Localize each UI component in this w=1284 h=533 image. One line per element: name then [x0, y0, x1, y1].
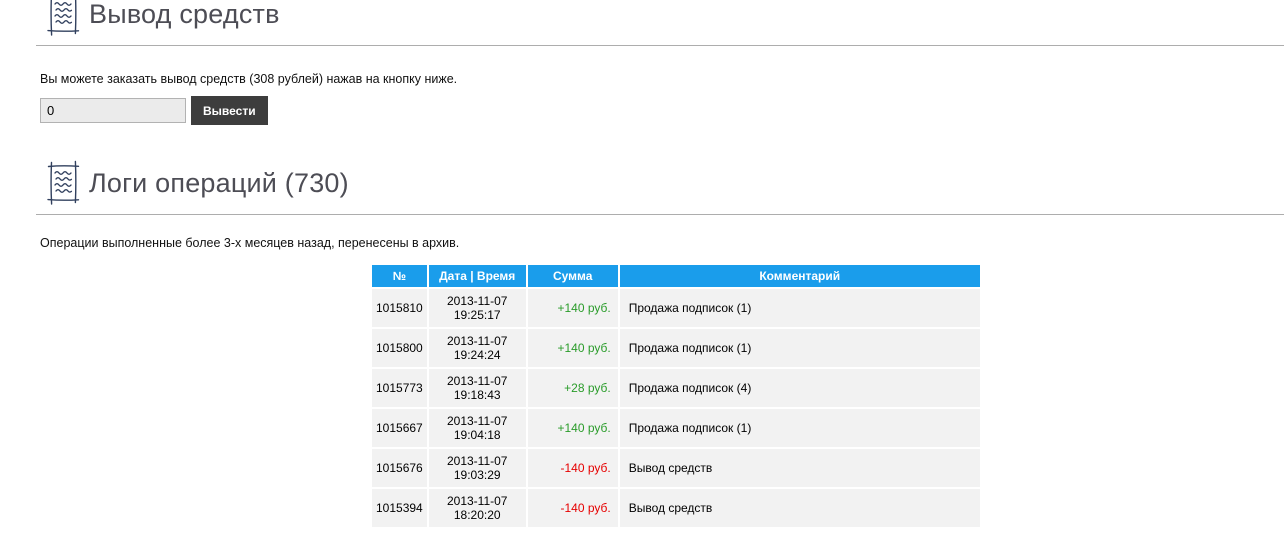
header-id: № [372, 265, 427, 287]
operation-date: 2013-11-07 [446, 414, 508, 428]
operation-time: 19:24:24 [453, 348, 501, 362]
operation-comment: Продажа подписок (1) [619, 289, 980, 327]
table-row: 1015800 2013-11-07 19:24:24 +140 руб. Пр… [372, 329, 980, 367]
withdraw-amount-input[interactable] [40, 98, 186, 123]
withdraw-title: Вывод средств [89, 0, 280, 29]
section-divider [36, 214, 1284, 215]
withdraw-form: Вывести [40, 96, 1284, 125]
operation-amount: +28 руб. [527, 369, 618, 407]
document-sketch-icon [44, 0, 82, 37]
operation-date: 2013-11-07 [446, 454, 508, 468]
operation-amount: -140 руб. [527, 489, 618, 527]
table-row: 1015773 2013-11-07 19:18:43 +28 руб. Про… [372, 369, 980, 407]
table-row: 1015667 2013-11-07 19:04:18 +140 руб. Пр… [372, 409, 980, 447]
operation-date: 2013-11-07 [446, 334, 508, 348]
operation-amount: +140 руб. [527, 289, 618, 327]
table-header-row: № Дата | Время Сумма Комментарий [372, 265, 980, 287]
operation-comment: Продажа подписок (1) [619, 409, 980, 447]
operation-time: 19:25:17 [453, 308, 501, 322]
operation-comment: Продажа подписок (4) [619, 369, 980, 407]
operation-id: 1015676 [372, 449, 427, 487]
operation-datetime: 2013-11-07 19:04:18 [428, 409, 526, 447]
withdraw-button[interactable]: Вывести [191, 96, 268, 125]
operation-time: 19:04:18 [453, 428, 501, 442]
section-divider [36, 45, 1284, 46]
logs-section-header: Логи операций (730) [44, 160, 1284, 206]
logs-description: Операции выполненные более 3-х месяцев н… [40, 236, 460, 250]
operation-id: 1015773 [372, 369, 427, 407]
operation-date: 2013-11-07 [446, 494, 508, 508]
table-row: 1015676 2013-11-07 19:03:29 -140 руб. Вы… [372, 449, 980, 487]
header-datetime: Дата | Время [428, 265, 526, 287]
logs-title: Логи операций (730) [89, 167, 349, 198]
operation-id: 1015800 [372, 329, 427, 367]
operation-datetime: 2013-11-07 19:24:24 [428, 329, 526, 367]
operation-datetime: 2013-11-07 19:25:17 [428, 289, 526, 327]
operation-time: 18:20:20 [453, 508, 501, 522]
header-amount: Сумма [527, 265, 618, 287]
operation-comment: Вывод средств [619, 449, 980, 487]
operation-comment: Продажа подписок (1) [619, 329, 980, 367]
operation-amount: +140 руб. [527, 329, 618, 367]
operation-time: 19:18:43 [453, 388, 501, 402]
document-sketch-icon [44, 160, 82, 206]
operation-datetime: 2013-11-07 19:03:29 [428, 449, 526, 487]
table-row: 1015394 2013-11-07 18:20:20 -140 руб. Вы… [372, 489, 980, 527]
operation-id: 1015810 [372, 289, 427, 327]
operation-date: 2013-11-07 [446, 374, 508, 388]
header-comment: Комментарий [619, 265, 980, 287]
operation-datetime: 2013-11-07 19:18:43 [428, 369, 526, 407]
operation-date: 2013-11-07 [446, 294, 508, 308]
operation-amount: -140 руб. [527, 449, 618, 487]
operations-table: № Дата | Время Сумма Комментарий 1015810… [370, 263, 982, 529]
operation-amount: +140 руб. [527, 409, 618, 447]
operation-datetime: 2013-11-07 18:20:20 [428, 489, 526, 527]
operation-comment: Вывод средств [619, 489, 980, 527]
withdraw-description: Вы можете заказать вывод средств (308 ру… [40, 72, 458, 86]
operation-id: 1015667 [372, 409, 427, 447]
operation-time: 19:03:29 [453, 468, 501, 482]
operation-id: 1015394 [372, 489, 427, 527]
table-row: 1015810 2013-11-07 19:25:17 +140 руб. Пр… [372, 289, 980, 327]
withdraw-section-header: Вывод средств [44, 0, 1284, 37]
